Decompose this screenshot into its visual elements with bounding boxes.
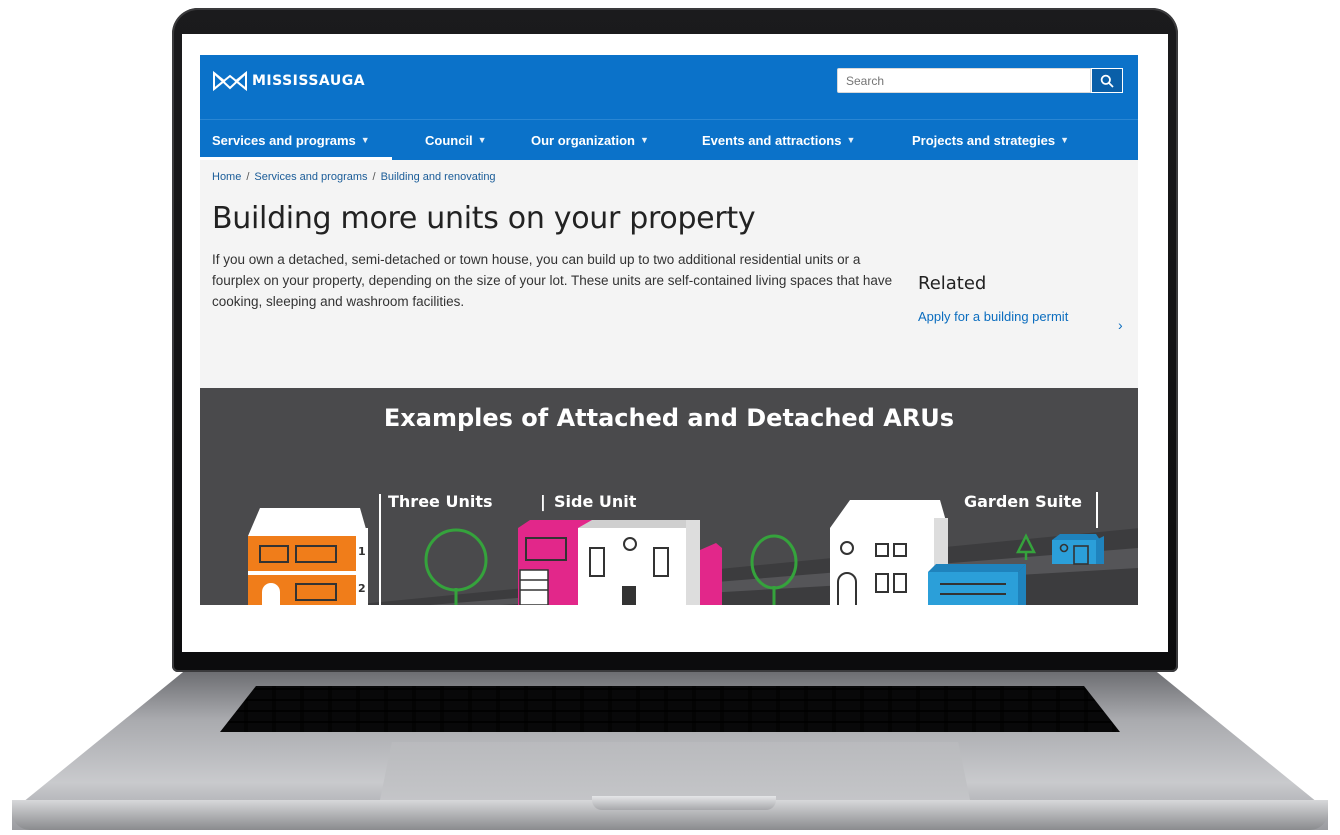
caret-down-icon: ▼ (846, 135, 856, 145)
breadcrumb-home[interactable]: Home (212, 171, 241, 183)
breadcrumb: Home / Services and programs / Building and … (212, 171, 496, 183)
label-side-unit-marker: | (540, 492, 546, 511)
three-units-house-illustration (248, 508, 368, 605)
related-link-apply-building-permit[interactable]: Apply for a building permit (918, 307, 1078, 327)
unit-number-2: 2 (358, 582, 366, 595)
nav-label: Events and attractions (702, 132, 842, 148)
nav-services-and-programs[interactable]: Services and programs ▼ (200, 120, 392, 160)
caret-down-icon: ▼ (1060, 135, 1069, 145)
caret-down-icon: ▼ (640, 135, 649, 145)
browser-viewport: MISSISSAUGA Services and programs ▼ Counc… (200, 55, 1138, 605)
nav-label: Services and programs (212, 132, 356, 148)
search-bar (837, 68, 1123, 93)
garden-suite-unit-illustration (1052, 534, 1104, 565)
laptop-lid-notch (592, 796, 776, 810)
search-button[interactable] (1091, 68, 1123, 93)
nav-events-and-attractions[interactable]: Events and attractions ▼ (702, 120, 855, 160)
laptop-keyboard (220, 686, 1120, 732)
nav-our-organization[interactable]: Our organization ▼ (531, 120, 649, 160)
intro-paragraph: If you own a detached, semi-detached or … (212, 252, 893, 309)
caret-down-icon: ▼ (360, 135, 370, 145)
nav-projects-and-strategies[interactable]: Projects and strategies ▼ (912, 120, 1069, 160)
aru-examples-graphic: Examples of Attached and Detached ARUs 1… (200, 388, 1138, 605)
side-unit-house-illustration (518, 520, 722, 605)
related-heading: Related (918, 273, 987, 294)
breadcrumb-building-and-renovating[interactable]: Building and renovating (381, 171, 496, 183)
site-header: MISSISSAUGA (200, 55, 1138, 119)
chevron-right-icon[interactable]: › (1118, 317, 1123, 333)
nav-council[interactable]: Council ▼ (425, 120, 487, 160)
laptop-trackpad (380, 742, 970, 800)
breadcrumb-services-and-programs[interactable]: Services and programs (254, 171, 367, 183)
label-garden-suite: Garden Suite (964, 492, 1082, 511)
label-three-units: Three Units (388, 492, 493, 511)
page-title: Building more units on your property (212, 201, 756, 236)
nav-label: Projects and strategies (912, 132, 1056, 148)
unit-number-1: 1 (358, 545, 366, 558)
search-icon (1100, 74, 1114, 88)
label-side-unit: Side Unit (554, 492, 637, 511)
caret-down-icon: ▼ (477, 135, 487, 145)
nav-label: Council (425, 132, 473, 148)
logo-text: MISSISSAUGA (252, 73, 366, 89)
nav-label: Our organization (531, 132, 635, 148)
site-logo[interactable]: MISSISSAUGA (212, 69, 365, 93)
mississauga-logo-icon (213, 70, 247, 92)
search-input[interactable] (837, 68, 1091, 93)
main-nav: Services and programs ▼ Council ▼ Our orga… (200, 119, 1138, 160)
